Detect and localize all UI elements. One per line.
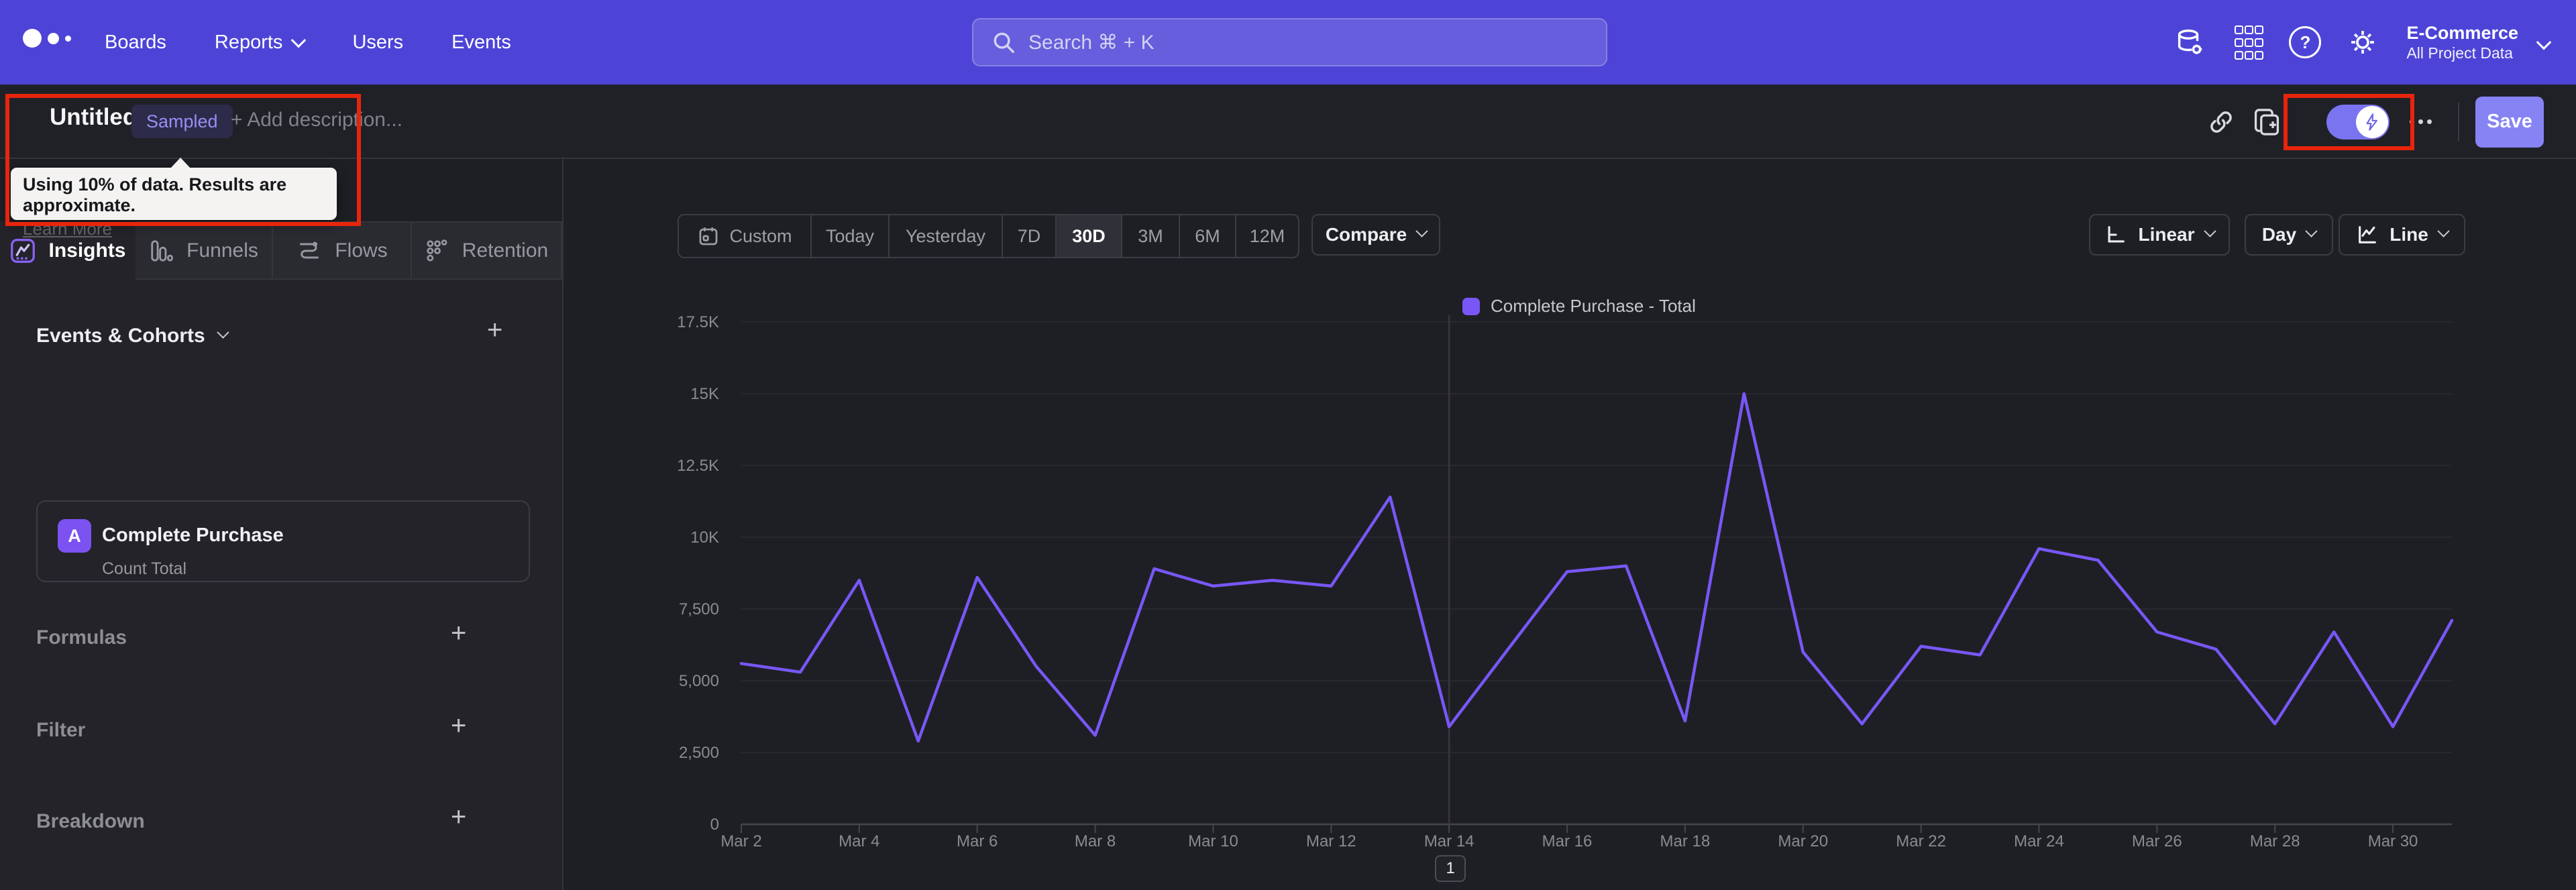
annotation-marker[interactable]: 1 [1435,855,1466,882]
learn-more-link[interactable]: Learn More [23,219,112,239]
svg-text:17.5K: 17.5K [677,313,719,331]
data-series-line [739,392,2454,743]
svg-text:Mar 30: Mar 30 [2368,832,2418,850]
svg-text:2,500: 2,500 [679,744,719,762]
svg-text:Mar 4: Mar 4 [839,832,879,850]
svg-text:Mar 20: Mar 20 [1778,832,1828,850]
svg-text:15K: 15K [690,385,719,403]
svg-text:Mar 2: Mar 2 [720,832,761,850]
svg-text:Mar 10: Mar 10 [1188,832,1238,850]
svg-text:Mar 6: Mar 6 [957,832,998,850]
svg-text:Mar 16: Mar 16 [1542,832,1593,850]
svg-text:Mar 8: Mar 8 [1075,832,1116,850]
svg-text:5,000: 5,000 [679,672,719,690]
sampling-tooltip: Using 10% of data. Results are approxima… [11,158,337,239]
svg-text:Mar 22: Mar 22 [1896,832,1946,850]
svg-text:Mar 14: Mar 14 [1424,832,1474,850]
app-window: BoardsReportsUsersEvents Search ⌘ + K [0,0,2576,890]
svg-text:7,500: 7,500 [679,600,719,618]
svg-text:0: 0 [710,816,719,834]
svg-text:Mar 24: Mar 24 [2014,832,2064,850]
svg-text:10K: 10K [690,529,719,547]
tooltip-text: Using 10% of data. Results are approxima… [23,174,287,215]
svg-text:Mar 18: Mar 18 [1660,832,1711,850]
svg-text:Mar 28: Mar 28 [2250,832,2300,850]
svg-text:12.5K: 12.5K [677,457,719,475]
line-chart[interactable]: 0 2,500 5,000 7,500 10K 12.5K 15K 17.5K Mar 2 Mar… [0,0,2576,890]
svg-text:Mar 12: Mar 12 [1306,832,1356,850]
tooltip-caret [170,158,191,168]
svg-text:Mar 26: Mar 26 [2132,832,2182,850]
